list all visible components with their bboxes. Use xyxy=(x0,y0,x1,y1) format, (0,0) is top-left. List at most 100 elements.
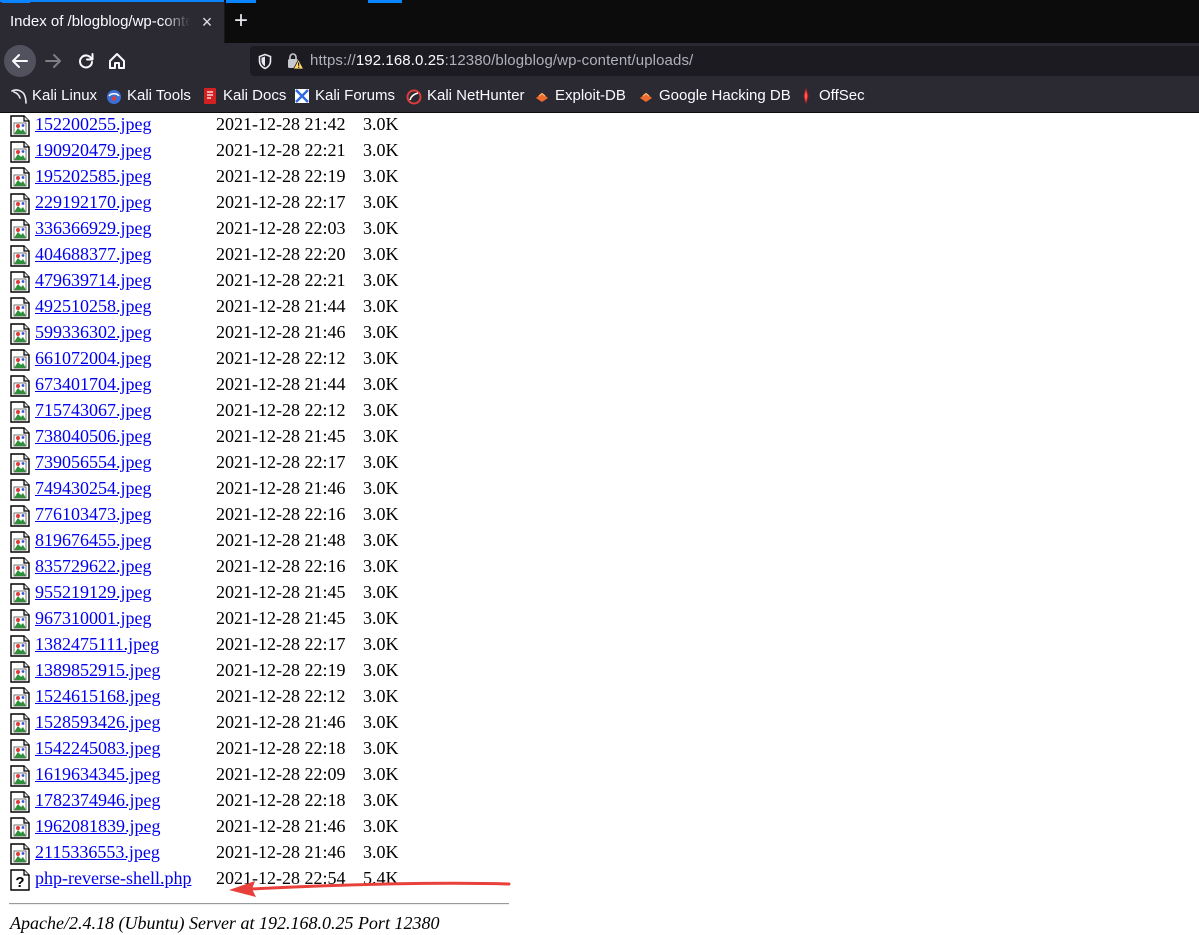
image-file-icon xyxy=(10,531,30,553)
new-tab-button[interactable]: + xyxy=(229,9,253,34)
file-link[interactable]: 661072004.jpeg xyxy=(35,348,152,369)
file-size: 3.0K xyxy=(363,686,399,706)
file-modified-date: 2021-12-28 22:17 xyxy=(216,634,346,654)
file-size: 3.0K xyxy=(363,114,399,134)
file-size: 3.0K xyxy=(363,296,399,316)
file-link[interactable]: 739056554.jpeg xyxy=(35,452,152,473)
image-file-icon xyxy=(10,141,30,163)
file-link[interactable]: 673401704.jpeg xyxy=(35,374,152,395)
file-modified-date: 2021-12-28 22:03 xyxy=(216,218,346,238)
file-link[interactable]: 835729622.jpeg xyxy=(35,556,152,577)
file-link[interactable]: 1389852915.jpeg xyxy=(35,660,161,681)
file-link[interactable]: 2115336553.jpeg xyxy=(35,842,160,863)
url-text[interactable]: https://192.168.0.25:12380/blogblog/wp-c… xyxy=(310,52,693,69)
image-file-icon xyxy=(10,401,30,423)
bookmark-kali-docs[interactable]: Kali Docs xyxy=(202,87,286,105)
insecure-lock-warning-icon[interactable] xyxy=(286,52,304,70)
file-link[interactable]: 1542245083.jpeg xyxy=(35,738,161,759)
file-modified-date: 2021-12-28 22:17 xyxy=(216,192,346,212)
back-button[interactable] xyxy=(4,45,36,77)
home-button[interactable] xyxy=(101,45,133,77)
file-link[interactable]: php-reverse-shell.php xyxy=(35,868,191,889)
home-icon xyxy=(109,53,125,69)
file-size: 3.0K xyxy=(363,478,399,498)
file-link[interactable]: 1524615168.jpeg xyxy=(35,686,161,707)
image-file-icon xyxy=(10,583,30,605)
file-link[interactable]: 955219129.jpeg xyxy=(35,582,152,603)
bookmark-google-hacking-db[interactable]: Google Hacking DB xyxy=(638,87,791,105)
file-link[interactable]: 599336302.jpeg xyxy=(35,322,152,343)
bookmark-kali-tools[interactable]: Kali Tools xyxy=(106,87,192,105)
image-file-icon xyxy=(10,193,30,215)
file-link[interactable]: 152200255.jpeg xyxy=(35,114,152,135)
bookmark-offsec[interactable]: OffSec xyxy=(798,87,868,105)
file-link[interactable]: 819676455.jpeg xyxy=(35,530,152,551)
kali-forums-icon xyxy=(295,89,309,103)
bookmark-label: Kali Forums xyxy=(315,87,396,104)
image-file-icon xyxy=(10,687,30,709)
file-link[interactable]: 776103473.jpeg xyxy=(35,504,152,525)
image-file-icon xyxy=(10,323,30,345)
file-size: 3.0K xyxy=(363,738,399,758)
back-arrow-icon xyxy=(12,54,28,68)
bookmark-label: Kali Linux xyxy=(32,87,98,104)
file-link[interactable]: 1382475111.jpeg xyxy=(35,634,159,655)
file-link[interactable]: 1962081839.jpeg xyxy=(35,816,161,837)
tracking-protection-shield-icon[interactable] xyxy=(257,53,273,70)
url-host: 192.168.0.25 xyxy=(355,52,445,69)
file-size: 3.0K xyxy=(363,192,399,212)
file-link[interactable]: 404688377.jpeg xyxy=(35,244,152,265)
bookmark-label: OffSec xyxy=(819,87,865,104)
file-modified-date: 2021-12-28 22:20 xyxy=(216,244,346,264)
file-size: 3.0K xyxy=(363,634,399,654)
file-link[interactable]: 190920479.jpeg xyxy=(35,140,152,161)
tab-indicator xyxy=(226,0,256,3)
file-link[interactable]: 715743067.jpeg xyxy=(35,400,152,421)
file-link[interactable]: 195202585.jpeg xyxy=(35,166,152,187)
reload-button[interactable] xyxy=(70,45,102,77)
bookmark-label: Kali Docs xyxy=(223,87,287,104)
file-size: 3.0K xyxy=(363,244,399,264)
file-size: 3.0K xyxy=(363,348,399,368)
file-link[interactable]: 749430254.jpeg xyxy=(35,478,152,499)
image-file-icon xyxy=(10,349,30,371)
file-size: 3.0K xyxy=(363,504,399,524)
kali-docs-icon xyxy=(204,88,216,104)
file-link[interactable]: 336366929.jpeg xyxy=(35,218,152,239)
file-link[interactable]: 738040506.jpeg xyxy=(35,426,152,447)
file-modified-date: 2021-12-28 22:19 xyxy=(216,660,346,680)
bookmark-kali-nethunter[interactable]: Kali NetHunter xyxy=(406,87,526,105)
file-size: 3.0K xyxy=(363,270,399,290)
kali-tools-icon xyxy=(107,90,121,104)
url-scheme: https:// xyxy=(310,52,356,69)
google-hacking-db-icon xyxy=(640,92,652,102)
bookmark-kali-linux[interactable]: Kali Linux xyxy=(11,87,97,105)
bookmark-exploit-db[interactable]: Exploit-DB xyxy=(534,87,630,105)
navigation-toolbar: https://192.168.0.25:12380/blogblog/wp-c… xyxy=(0,43,1199,78)
file-link[interactable]: 492510258.jpeg xyxy=(35,296,152,317)
file-link[interactable]: 1782374946.jpeg xyxy=(35,790,161,811)
file-modified-date: 2021-12-28 21:46 xyxy=(216,322,346,342)
bookmark-kali-forums[interactable]: Kali Forums xyxy=(294,87,396,105)
forward-arrow-icon xyxy=(45,54,61,68)
close-tab-icon[interactable]: × xyxy=(196,11,218,33)
offsec-icon xyxy=(803,88,809,104)
tab-active[interactable]: Index of /blogblog/wp-content/uploads/ × xyxy=(0,0,225,43)
file-size: 3.0K xyxy=(363,374,399,394)
file-modified-date: 2021-12-28 21:45 xyxy=(216,582,346,602)
file-link[interactable]: 479639714.jpeg xyxy=(35,270,152,291)
file-modified-date: 2021-12-28 21:46 xyxy=(216,478,346,498)
image-file-icon xyxy=(10,817,30,839)
image-file-icon xyxy=(10,739,30,761)
image-file-icon xyxy=(10,609,30,631)
file-link[interactable]: 1528593426.jpeg xyxy=(35,712,161,733)
file-size: 3.0K xyxy=(363,556,399,576)
address-bar[interactable]: https://192.168.0.25:12380/blogblog/wp-c… xyxy=(250,46,1199,76)
forward-button[interactable] xyxy=(37,45,69,77)
file-modified-date: 2021-12-28 22:21 xyxy=(216,140,346,160)
image-file-icon xyxy=(10,661,30,683)
file-link[interactable]: 229192170.jpeg xyxy=(35,192,152,213)
file-modified-date: 2021-12-28 21:42 xyxy=(216,114,346,134)
file-link[interactable]: 1619634345.jpeg xyxy=(35,764,161,785)
file-link[interactable]: 967310001.jpeg xyxy=(35,608,152,629)
